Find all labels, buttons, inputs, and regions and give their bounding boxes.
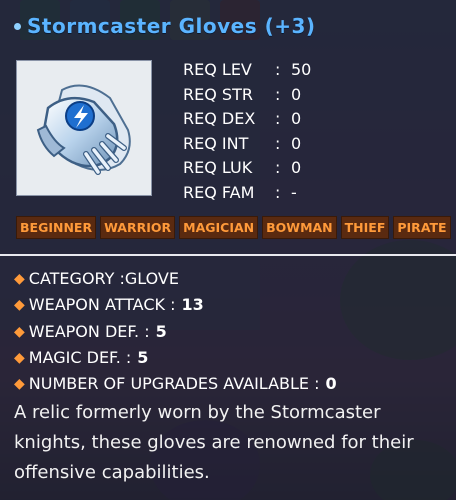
item-name: Stormcaster Gloves (+3) [27, 14, 316, 38]
bullet-icon: ◆ [14, 323, 25, 340]
stats-list: ◆ CATEGORY :GLOVE ◆ WEAPON ATTACK : 13 ◆… [14, 266, 337, 397]
divider [0, 254, 456, 256]
job-badge-warrior: WARRIOR [100, 216, 176, 239]
req-str: REQ STR:0 [183, 84, 302, 104]
req-int: REQ INT:0 [183, 133, 302, 153]
job-badge-magician: MAGICIAN [179, 216, 259, 239]
job-badge-pirate: PIRATE [393, 216, 451, 239]
item-title: Stormcaster Gloves (+3) [14, 14, 316, 38]
item-tooltip: Stormcaster Gloves (+3) REQ LEV: 50 REQ… [0, 0, 456, 500]
glove-icon [36, 84, 131, 175]
stat-weapon-attack: ◆ WEAPON ATTACK : 13 [14, 292, 337, 318]
requirements-list: REQ LEV:50 REQ STR:0 REQ DEX:0 REQ INT:0… [183, 58, 321, 206]
req-dex: REQ DEX:0 [183, 109, 302, 129]
job-badge-bowman: BOWMAN [262, 216, 337, 239]
bullet-icon: ◆ [14, 376, 25, 393]
title-dot-icon [14, 22, 21, 30]
req-luk: REQ LUK:0 [183, 158, 302, 178]
bullet-icon: ◆ [14, 271, 25, 287]
stat-magic-def: ◆ MAGIC DEF. : 5 [14, 345, 337, 371]
req-level: REQ LEV:50 [183, 60, 312, 79]
req-fam: REQ FAM: - [183, 182, 297, 202]
bullet-icon: ◆ [14, 349, 25, 366]
item-icon-box[interactable] [16, 60, 152, 196]
bullet-icon: ◆ [14, 297, 25, 314]
stat-weapon-def: ◆ WEAPON DEF. : 5 [14, 319, 337, 345]
stat-upgrades: ◆ NUMBER OF UPGRADES AVAILABLE : 0 [14, 371, 337, 397]
job-badge-beginner: BEGINNER [16, 216, 97, 239]
stat-category: ◆ CATEGORY :GLOVE [14, 266, 337, 292]
item-description: A relic formerly worn by the Stormcaster… [14, 402, 414, 483]
job-badge-thief: THIEF [340, 216, 390, 239]
job-badges: BEGINNER WARRIOR MAGICIAN BOWMAN THIEF P… [16, 216, 451, 239]
